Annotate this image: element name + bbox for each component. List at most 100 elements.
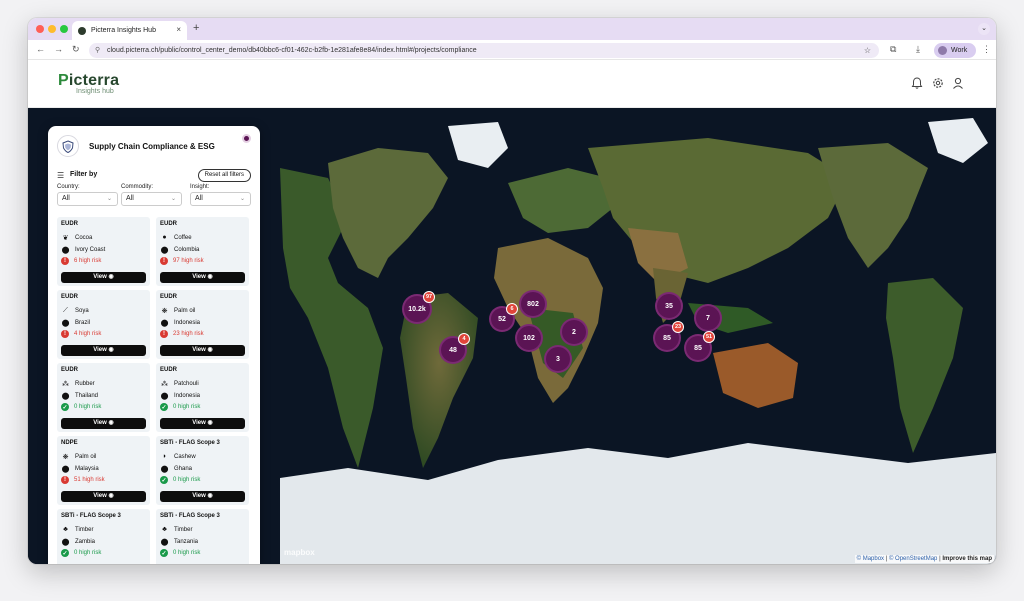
location-pin-icon: ⬤: [160, 538, 169, 546]
profile-button[interactable]: Work: [934, 43, 976, 58]
tab-search-button[interactable]: ⌄: [978, 23, 990, 35]
card-risk: 51 high risk: [74, 477, 105, 483]
card-risk-row: ! 97 high risk: [160, 257, 204, 265]
close-window-button[interactable]: [36, 25, 44, 33]
map-cluster-marker[interactable]: 3: [544, 345, 572, 373]
location-pin-icon: ⬤: [160, 319, 169, 327]
minimize-window-button[interactable]: [48, 25, 56, 33]
country-select[interactable]: All ⌄: [57, 192, 118, 206]
bookmark-star-icon[interactable]: ☆: [864, 43, 871, 58]
new-tab-button[interactable]: +: [193, 22, 199, 34]
sidebar-title: Supply Chain Compliance & ESG: [89, 142, 215, 151]
high-risk-badge: 97: [423, 291, 435, 303]
sidebar-header: Supply Chain Compliance & ESG: [48, 126, 260, 166]
compliance-card: EUDR ● Coffee ⬤ Colombia! 97 high risk View ◉: [156, 217, 249, 286]
osm-attribution-link[interactable]: © OpenStreetMap: [889, 556, 937, 562]
profile-avatar-icon: [938, 46, 947, 55]
card-view-button[interactable]: View ◉: [61, 272, 146, 283]
card-regulation: EUDR: [61, 221, 79, 227]
tab-close-icon[interactable]: ×: [176, 25, 181, 34]
map-cluster-marker[interactable]: 802: [519, 290, 547, 318]
card-country-row: ⬤ Malaysia: [61, 464, 99, 473]
extensions-icon[interactable]: ⧉: [890, 44, 896, 55]
map-cluster-marker[interactable]: 2: [560, 318, 588, 346]
forward-arrow-icon[interactable]: →: [54, 44, 63, 54]
reset-filters-button[interactable]: Reset all filters: [197, 169, 251, 182]
user-account-icon[interactable]: [951, 76, 965, 90]
map-cluster-marker[interactable]: 7: [694, 304, 722, 332]
card-risk-row: ! 51 high risk: [61, 476, 105, 484]
address-bar[interactable]: ⚲ cloud.picterra.ch/public/control_cente…: [89, 43, 879, 58]
map-cluster-marker[interactable]: 85 51: [684, 331, 715, 362]
card-view-button[interactable]: View ◉: [160, 491, 245, 502]
card-commodity: Patchouli: [174, 380, 199, 387]
maximize-window-button[interactable]: [60, 25, 68, 33]
card-commodity-row: ♣ Timber: [61, 525, 93, 534]
card-view-button[interactable]: View ◉: [160, 272, 245, 283]
alert-icon: !: [61, 330, 69, 338]
card-risk: 0 high risk: [173, 550, 201, 556]
map-cluster-marker[interactable]: 48 4: [439, 333, 470, 364]
coffee-icon: ●: [162, 234, 167, 241]
card-view-button[interactable]: View ◉: [61, 491, 146, 502]
compliance-card: EUDR ❋ Palm oil ⬤ Indonesia! 23 high risk View…: [156, 290, 249, 359]
card-country: Ghana: [174, 465, 193, 472]
card-risk: 23 high risk: [173, 331, 204, 337]
card-commodity: Cashew: [174, 453, 196, 460]
high-risk-badge: 4: [458, 333, 470, 345]
compliance-card: SBTi - FLAG Scope 3 ♣ Timber ⬤ Zambia ✓ 0 high…: [57, 509, 150, 564]
card-country-row: ⬤ Thailand: [61, 391, 98, 400]
picterra-favicon-icon: [78, 26, 86, 35]
map-cluster-marker[interactable]: 10.2k 97: [402, 291, 435, 324]
card-view-button[interactable]: View ◉: [61, 345, 146, 356]
browser-menu-icon[interactable]: ⋮: [982, 44, 991, 55]
map-cluster-marker[interactable]: 102: [515, 324, 543, 352]
tab-picterra[interactable]: Picterra Insights Hub ×: [72, 21, 187, 40]
card-commodity: Palm oil: [75, 453, 97, 460]
map-cluster-marker[interactable]: 52 6: [489, 303, 518, 332]
tab-strip: Picterra Insights Hub × + ⌄: [28, 18, 996, 40]
card-country: Indonesia: [174, 319, 201, 326]
card-risk-row: ! 23 high risk: [160, 330, 204, 338]
alert-icon: !: [61, 257, 69, 265]
chevron-down-icon: ⌄: [170, 196, 176, 202]
alert-icon: !: [160, 330, 168, 338]
bell-icon[interactable]: [910, 76, 924, 90]
download-icon[interactable]: ⤓: [916, 44, 920, 55]
location-pin-icon: ⬤: [61, 538, 70, 546]
card-risk: 0 high risk: [74, 550, 102, 556]
card-country: Colombia: [174, 246, 200, 253]
card-commodity: Palm oil: [174, 307, 196, 314]
eye-icon: ◉: [207, 420, 213, 426]
insight-filter-label: Insight:: [190, 184, 210, 190]
commodity-select[interactable]: All ⌄: [121, 192, 182, 206]
country-filter-label: Country:: [57, 184, 80, 190]
back-arrow-icon[interactable]: ←: [36, 44, 45, 54]
reload-icon[interactable]: ↻: [72, 44, 80, 55]
site-info-icon[interactable]: ⚲: [95, 43, 100, 58]
location-pin-icon: ⬤: [160, 465, 169, 473]
map-cluster-marker[interactable]: 85 23: [653, 321, 684, 352]
card-risk-row: ✓ 0 high risk: [160, 476, 200, 484]
card-view-button[interactable]: View ◉: [61, 418, 146, 429]
eye-icon: ◉: [108, 493, 114, 499]
picterra-logo[interactable]: Picterra Insights hub: [58, 72, 119, 95]
card-country-row: ⬤ Ghana: [160, 464, 192, 473]
insight-select[interactable]: All ⌄: [190, 192, 251, 206]
mapbox-logo[interactable]: mapbox: [284, 548, 315, 557]
soya-icon: ⟋: [63, 306, 68, 314]
timber-icon: ♣: [162, 526, 167, 533]
cashew-icon: ◗: [162, 453, 167, 460]
card-commodity-row: ⁂ Rubber: [61, 379, 95, 388]
card-view-button[interactable]: View ◉: [160, 418, 245, 429]
eye-icon: ◉: [108, 420, 114, 426]
card-risk-row: ! 4 high risk: [61, 330, 101, 338]
map-cluster-marker[interactable]: 35: [655, 292, 683, 320]
card-commodity-row: ❦ Cocoa: [61, 233, 93, 242]
mapbox-attribution-link[interactable]: © Mapbox: [857, 556, 884, 562]
compliance-sidebar: Supply Chain Compliance & ESG ☰ Filter b…: [48, 126, 260, 564]
settings-gear-icon[interactable]: [931, 76, 945, 90]
chevron-down-icon: ⌄: [106, 196, 112, 202]
card-view-button[interactable]: View ◉: [160, 345, 245, 356]
improve-map-link[interactable]: Improve this map: [942, 556, 992, 562]
